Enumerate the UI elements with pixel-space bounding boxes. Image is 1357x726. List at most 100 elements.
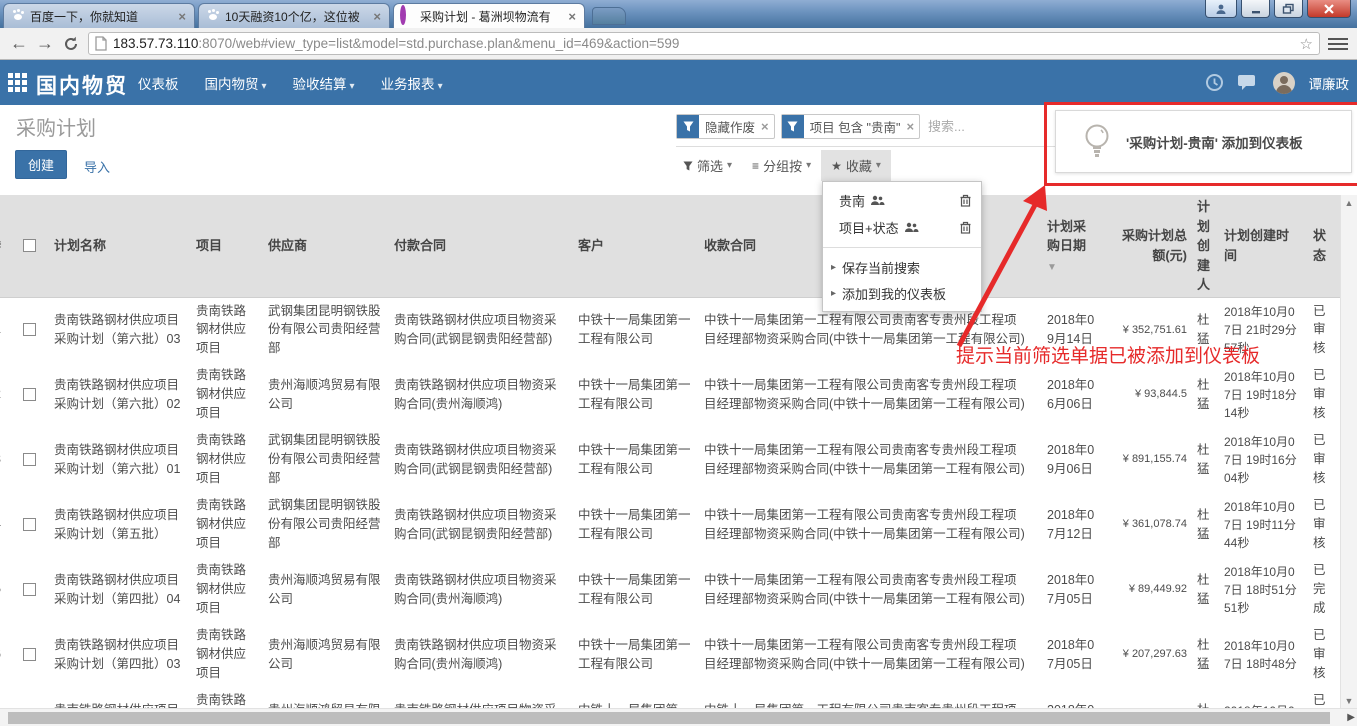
baidu-favicon-icon	[205, 8, 221, 24]
user-avatar[interactable]	[1273, 72, 1295, 94]
close-icon	[1323, 3, 1335, 15]
plan-name: 贵南铁路钢材供应项目采购计划（第六批）01	[54, 443, 180, 476]
forward-button[interactable]: →	[32, 33, 58, 54]
created-time: 2018年10月07日 18时51分51秒	[1224, 565, 1297, 615]
created-time: 2018年10月07日 19时11分44秒	[1224, 500, 1296, 550]
window-maximize-button[interactable]	[1274, 0, 1303, 18]
header-select-all[interactable]	[10, 195, 48, 297]
project: 贵南铁路钢材供应项目	[196, 433, 246, 485]
tab-close-icon[interactable]: ×	[566, 10, 578, 23]
horizontal-scrollbar[interactable]: ▶	[0, 708, 1357, 726]
favorites-button[interactable]: ★ 收藏▾	[821, 150, 891, 181]
facet-remove-icon[interactable]: ×	[761, 119, 774, 134]
table-row[interactable]: 5 贵南铁路钢材供应项目采购计划（第四批）04 贵南铁路钢材供应项目 贵州海顺鸿…	[0, 557, 1340, 622]
project: 贵南铁路钢材供应项目	[196, 304, 246, 356]
header-creator[interactable]: 计划创建人	[1191, 195, 1221, 297]
supplier: 贵州海顺鸿贸易有限公司	[268, 573, 381, 606]
row-checkbox[interactable]	[23, 518, 36, 531]
browser-menu-icon[interactable]	[1328, 35, 1348, 53]
search-input[interactable]	[926, 114, 1016, 139]
row-checkbox[interactable]	[23, 323, 36, 336]
toast-message: '采购计划-贵南' 添加到仪表板	[1126, 132, 1303, 152]
project: 贵南铁路钢材供应项目	[196, 628, 246, 680]
nav-menu-reports[interactable]: 业务报表▾	[381, 73, 443, 93]
table-header-row: # 计划名称 项目 供应商 付款合同 客户 收款合同 计划采购日期 ▼ 采购计划…	[0, 195, 1340, 297]
header-plan-name[interactable]: 计划名称	[48, 195, 190, 297]
tab-close-icon[interactable]: ×	[371, 10, 383, 23]
browser-tab-1[interactable]: 百度一下，你就知道 ×	[3, 3, 195, 28]
nav-menu-dashboard[interactable]: 仪表板	[138, 73, 179, 93]
import-link[interactable]: 导入	[84, 157, 110, 176]
header-status[interactable]: 状态	[1301, 195, 1340, 297]
table-row[interactable]: 3 贵南铁路钢材供应项目采购计划（第六批）01 贵南铁路钢材供应项目 武钢集团昆…	[0, 427, 1340, 492]
supplier: 武钢集团昆明钢铁股份有限公司贵阳经营部	[268, 304, 381, 356]
nav-menu-acceptance[interactable]: 验收结算▾	[293, 73, 355, 93]
row-checkbox[interactable]	[23, 388, 36, 401]
header-created-time[interactable]: 计划创建时间	[1221, 195, 1301, 297]
window-minimize-button[interactable]	[1241, 0, 1270, 18]
plan-name: 贵南铁路钢材供应项目采购计划（第四批）04	[54, 573, 180, 606]
tab-title: 采购计划 - 葛洲坝物流有	[420, 8, 562, 25]
window-close-button[interactable]	[1307, 0, 1351, 18]
table-row[interactable]: 4 贵南铁路钢材供应项目采购计划（第五批） 贵南铁路钢材供应项目 武钢集团昆明钢…	[0, 492, 1340, 557]
receive-contract: 中铁十一局集团第一工程有限公司贵南客专贵州段工程项目经理部物资采购合同(中铁十一…	[704, 443, 1025, 476]
status-badge: 已审核	[1313, 498, 1326, 550]
nav-menu-trade[interactable]: 国内物贸▾	[205, 73, 267, 93]
table-row[interactable]: 6 贵南铁路钢材供应项目采购计划（第四批）03 贵南铁路钢材供应项目 贵州海顺鸿…	[0, 622, 1340, 687]
row-checkbox[interactable]	[23, 453, 36, 466]
group-by-button[interactable]: ≡ 分组按▾	[742, 150, 821, 181]
clock-icon[interactable]	[1205, 73, 1224, 92]
table-row[interactable]: 2 贵南铁路钢材供应项目采购计划（第六批）02 贵南铁路钢材供应项目 贵州海顺鸿…	[0, 362, 1340, 427]
search-facet-project-guinan[interactable]: 项目 包含 "贵南" ×	[781, 114, 920, 139]
header-customer[interactable]: 客户	[572, 195, 698, 297]
site-favicon-icon	[400, 8, 416, 24]
header-supplier[interactable]: 供应商	[262, 195, 388, 297]
amount: ¥ 891,155.74	[1123, 453, 1187, 465]
plan-name: 贵南铁路钢材供应项目采购计划（第六批）02	[54, 378, 180, 411]
row-number: 3	[0, 450, 1, 469]
scroll-down-icon[interactable]: ▼	[1341, 696, 1357, 706]
facet-remove-icon[interactable]: ×	[906, 119, 919, 134]
status-badge: 已审核	[1313, 304, 1326, 356]
app-navbar: 国内物贸 仪表板 国内物贸▾ 验收结算▾ 业务报表▾ 谭廉政	[0, 60, 1357, 105]
scrollbar-thumb[interactable]	[8, 712, 1330, 724]
pay-contract: 贵南铁路钢材供应项目物资采购合同(武钢昆钢贵阳经营部)	[394, 443, 557, 476]
browser-tab-bar: 百度一下，你就知道 × 10天融资10个亿，这位被 × 采购计划 - 葛洲坝物流…	[0, 0, 1357, 28]
minimize-icon	[1250, 4, 1262, 14]
row-checkbox[interactable]	[23, 648, 36, 661]
person-icon	[1215, 3, 1227, 15]
browser-tab-active[interactable]: 采购计划 - 葛洲坝物流有 ×	[393, 3, 585, 28]
scroll-right-icon[interactable]: ▶	[1347, 712, 1355, 723]
apps-grid-icon[interactable]	[8, 73, 27, 92]
shared-users-icon	[870, 195, 885, 206]
project: 贵南铁路钢材供应项目	[196, 498, 246, 550]
row-number: 1	[0, 320, 1, 339]
filter-funnel-icon	[782, 115, 804, 138]
customer: 中铁十一局集团第一工程有限公司	[578, 443, 691, 476]
row-checkbox[interactable]	[23, 583, 36, 596]
refresh-icon[interactable]	[62, 35, 80, 53]
bookmark-star-icon[interactable]: ☆	[1300, 35, 1313, 53]
new-tab-button[interactable]	[592, 7, 626, 25]
back-button[interactable]: ←	[6, 33, 32, 54]
chat-icon[interactable]	[1238, 74, 1259, 91]
select-all-checkbox[interactable]	[23, 239, 36, 252]
header-project[interactable]: 项目	[190, 195, 262, 297]
supplier: 武钢集团昆明钢铁股份有限公司贵阳经营部	[268, 498, 381, 550]
filters-button[interactable]: 筛选▾	[673, 150, 742, 181]
search-facet-hide-void[interactable]: 隐藏作废 ×	[676, 114, 775, 139]
tab-close-icon[interactable]: ×	[176, 10, 188, 23]
header-pay-contract[interactable]: 付款合同	[388, 195, 572, 297]
create-button[interactable]: 创建	[15, 150, 67, 179]
address-bar[interactable]: 183.57.73.110:8070/web#view_type=list&mo…	[88, 32, 1320, 55]
username[interactable]: 谭廉政	[1309, 73, 1350, 93]
filter-funnel-icon	[677, 115, 699, 138]
header-amount[interactable]: 采购计划总额(元)	[1109, 195, 1191, 297]
browser-tab-2[interactable]: 10天融资10个亿，这位被 ×	[198, 3, 390, 28]
scroll-up-icon[interactable]: ▲	[1341, 198, 1357, 208]
vertical-scrollbar[interactable]: ▲ ▼	[1340, 195, 1357, 708]
customer: 中铁十一局集团第一工程有限公司	[578, 378, 691, 411]
profile-button[interactable]	[1205, 0, 1237, 18]
table-row[interactable]: 7 贵南铁路钢材供应项目采购计划 贵南铁路钢材供应项目 贵州海顺鸿贸易有限公司 …	[0, 687, 1340, 708]
app-brand[interactable]: 国内物贸	[36, 70, 128, 100]
